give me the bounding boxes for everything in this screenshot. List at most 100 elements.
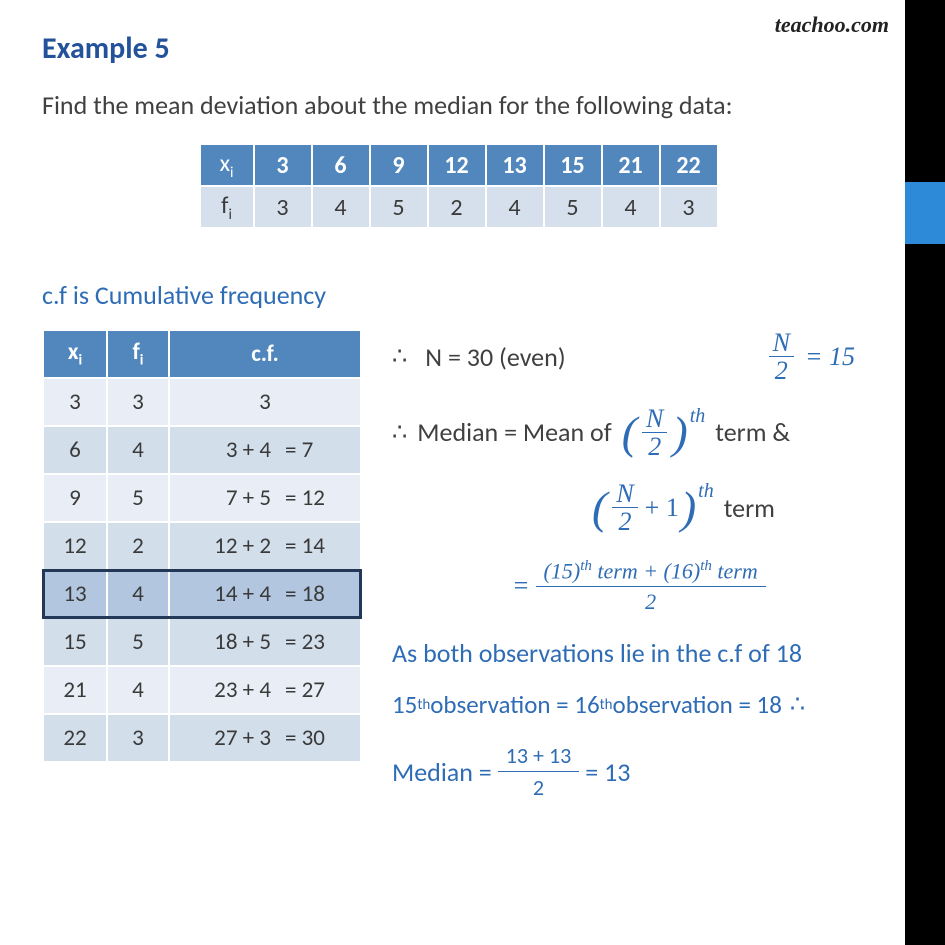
cf-f: 3 (108, 715, 168, 761)
xi-header-sub: i (230, 163, 233, 181)
cf-x: 15 (44, 619, 106, 665)
cf-x: 22 (44, 715, 106, 761)
cf-calc: 23 + 4= 27 (170, 667, 360, 713)
xi-cell: 15 (545, 145, 601, 185)
fi-cell: 5 (545, 187, 601, 227)
paren2-den: 2 (615, 508, 636, 535)
plus-one: + 1 (645, 493, 679, 523)
xi-cell: 9 (371, 145, 427, 185)
n-statement: N = 30 (even) (425, 341, 565, 373)
obs-16-th: th (600, 696, 613, 714)
median-frac-bot: 2 (637, 587, 664, 617)
cf-header-fi-sub: i (140, 352, 144, 370)
paren-den: 2 (644, 433, 665, 460)
obs-eq-16: observation = 16 (430, 689, 599, 720)
cf-row: 12212 + 2= 14 (44, 523, 360, 569)
paren-nhalf-plus1: N2 + 1 (592, 480, 696, 536)
xi-cell: 6 (313, 145, 369, 185)
cf-calc: 27 + 3= 30 (170, 715, 360, 761)
cf-header-fi: fi (108, 331, 168, 377)
cf-header-fi-text: f (133, 338, 140, 366)
fi-cell: 3 (255, 187, 311, 227)
cf-x: 21 (44, 667, 106, 713)
equals: = (512, 571, 530, 601)
xi-cell: 3 (255, 145, 311, 185)
median-plugged: = (15)th term + (16)th term 2 (512, 556, 875, 617)
therefore-icon: ∴ (790, 690, 805, 719)
cf-f: 4 (108, 427, 168, 473)
cf-row: 957 + 5= 12 (44, 475, 360, 521)
paren-nhalf: N2 (622, 405, 688, 461)
median-final-result: = 13 (585, 756, 630, 788)
term-and: term & (715, 416, 790, 448)
cf-f: 5 (108, 619, 168, 665)
obs-15-th: th (417, 696, 430, 714)
n-half-expr: N2 = 15 (766, 329, 855, 385)
fi-cell: 2 (429, 187, 485, 227)
cf-row: 21423 + 4= 27 (44, 667, 360, 713)
cf-header-xi: xi (44, 331, 106, 377)
freq-row-fi: fi 3 4 5 2 4 5 4 3 (201, 187, 717, 227)
cf-x: 6 (44, 427, 106, 473)
cf-calc: 14 + 4= 18 (170, 571, 360, 617)
fi-cell: 4 (487, 187, 543, 227)
therefore-icon: ∴ (392, 342, 407, 371)
cf-header-row: xi fi c.f. (44, 331, 360, 377)
th-exponent: th (690, 405, 706, 428)
median-final-bot: 2 (525, 772, 552, 803)
term-word: term (724, 492, 775, 524)
xi-cell: 12 (429, 145, 485, 185)
n-half-result: = 15 (805, 342, 855, 372)
cf-header-cf: c.f. (170, 331, 360, 377)
cf-calc: 3 (170, 379, 360, 425)
cf-calc: 12 + 2= 14 (170, 523, 360, 569)
work-column: ∴ N = 30 (even) N2 = 15 ∴ Median = Mean … (392, 329, 875, 823)
median-frac-top: (15)th term + (16)th term (536, 556, 766, 587)
cf-row: 333 (44, 379, 360, 425)
example-label: Example 5 (42, 30, 875, 67)
n-line: ∴ N = 30 (even) N2 = 15 (392, 329, 875, 385)
cf-caption: c.f is Cumulative frequency (42, 279, 875, 311)
cf-note: As both observations lie in the c.f of 1… (392, 637, 875, 669)
frequency-table-wrap: xi 3 6 9 12 13 15 21 22 fi 3 4 5 2 4 (42, 143, 875, 229)
cf-f: 4 (108, 667, 168, 713)
therefore-icon: ∴ (392, 418, 407, 447)
n-half-den: 2 (771, 357, 792, 384)
xi-header: xi (201, 145, 253, 185)
xi-header-text: x (220, 149, 230, 178)
obs-15: 15 (392, 689, 417, 720)
cf-header-xi-text: x (68, 338, 79, 366)
cf-calc: 18 + 5= 23 (170, 619, 360, 665)
fi-cell: 4 (603, 187, 659, 227)
cf-x: 3 (44, 379, 106, 425)
side-accent (905, 0, 945, 945)
fi-cell: 5 (371, 187, 427, 227)
cf-x: 9 (44, 475, 106, 521)
cf-f: 2 (108, 523, 168, 569)
fi-header-sub: i (228, 205, 231, 223)
fi-cell: 4 (313, 187, 369, 227)
median-formula-line2: N2 + 1 th term (592, 480, 875, 536)
cf-x: 13 (44, 571, 106, 617)
n-half-num: N (769, 329, 794, 357)
xi-cell: 21 (603, 145, 659, 185)
xi-cell: 22 (661, 145, 717, 185)
cf-calc: 3 + 4= 7 (170, 427, 360, 473)
fi-header: fi (201, 187, 253, 227)
fi-cell: 3 (661, 187, 717, 227)
cf-row: 15518 + 5= 23 (44, 619, 360, 665)
median-final: Median = 13 + 13 2 = 13 (392, 740, 875, 803)
paren-num: N (642, 405, 667, 433)
problem-statement: Find the mean deviation about the median… (42, 89, 875, 121)
cf-f: 5 (108, 475, 168, 521)
cf-header-xi-sub: i (78, 352, 82, 370)
frequency-table: xi 3 6 9 12 13 15 21 22 fi 3 4 5 2 4 (199, 143, 719, 229)
freq-row-xi: xi 3 6 9 12 13 15 21 22 (201, 145, 717, 185)
median-lead: Median = Mean of (417, 416, 611, 448)
lower-layout: xi fi c.f. 333643 + 4= 7957 + 5= 1212212… (42, 329, 875, 823)
median-formula-line1: ∴ Median = Mean of N2 th term & (392, 405, 875, 461)
observation-equality: 15th observation = 16th observation = 18… (392, 689, 875, 720)
cf-table: xi fi c.f. 333643 + 4= 7957 + 5= 1212212… (42, 329, 362, 763)
median-final-top: 13 + 13 (498, 740, 580, 772)
page: Example 5 Find the mean deviation about … (0, 0, 905, 853)
